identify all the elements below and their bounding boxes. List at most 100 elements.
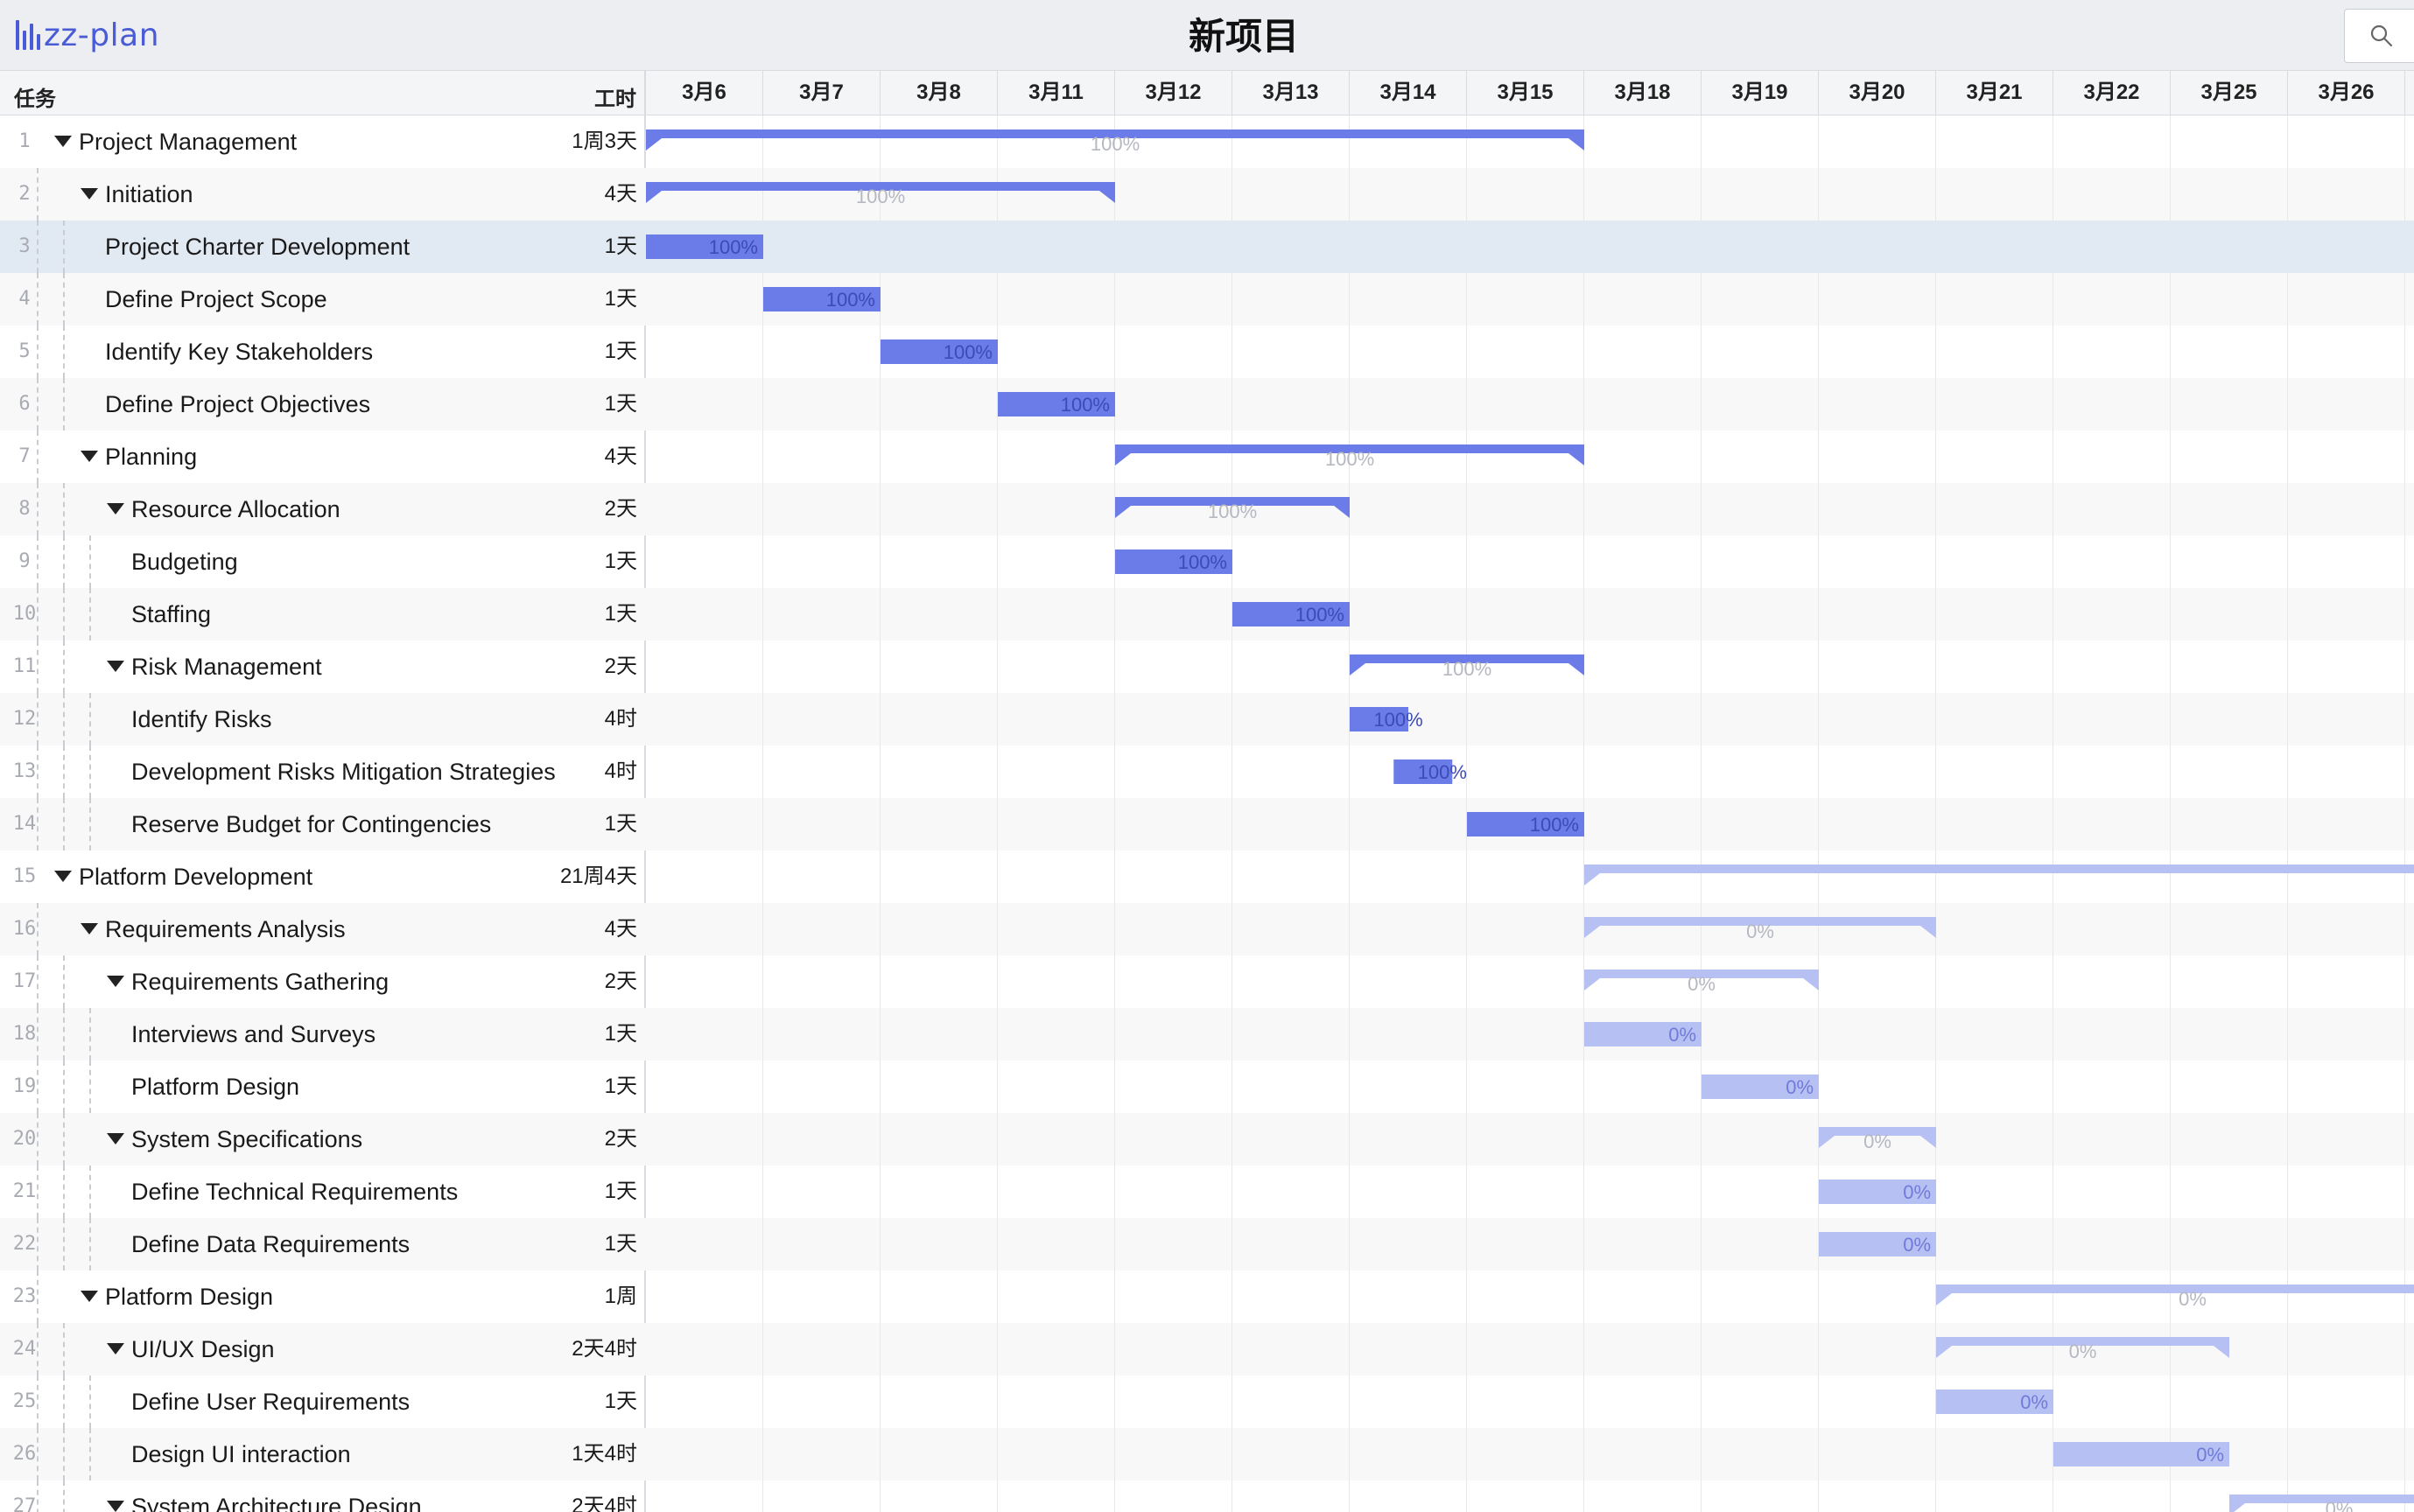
- task-row[interactable]: 5 Identify Key Stakeholders 1天: [0, 326, 2414, 378]
- task-name[interactable]: Platform Development: [79, 850, 312, 903]
- caret-down-icon[interactable]: [107, 976, 124, 987]
- task-name[interactable]: Staffing: [131, 588, 211, 640]
- caret-down-icon[interactable]: [81, 1291, 98, 1302]
- row-number: 12: [12, 708, 37, 730]
- work-column-header[interactable]: 工时: [594, 81, 636, 112]
- task-name[interactable]: Interviews and Surveys: [131, 1008, 375, 1060]
- task-rows: 1 Project Management 1周3天 2 Initiation 4天 3 Pro…: [0, 116, 2414, 1512]
- task-name[interactable]: Budgeting: [131, 536, 238, 588]
- task-row[interactable]: 6 Define Project Objectives 1天: [0, 378, 2414, 430]
- tree-guide-line: [37, 168, 39, 220]
- tree-guide-line: [37, 378, 39, 430]
- task-row[interactable]: 23 Platform Design 1周: [0, 1270, 2414, 1323]
- task-work: 1天: [604, 234, 637, 258]
- task-name[interactable]: Platform Design: [131, 1060, 299, 1113]
- date-column-4: 3月11: [998, 71, 1115, 115]
- caret-down-icon[interactable]: [107, 1343, 124, 1354]
- logo-text: zz-plan: [44, 17, 160, 53]
- task-name[interactable]: Define Project Objectives: [105, 378, 370, 430]
- caret-down-icon[interactable]: [107, 661, 124, 672]
- task-work: 1天: [604, 287, 637, 311]
- project-title[interactable]: 新项目: [1189, 16, 1299, 57]
- task-row[interactable]: 7 Planning 4天: [0, 430, 2414, 483]
- task-name[interactable]: Define Data Requirements: [131, 1218, 410, 1270]
- task-row[interactable]: 13 Development Risks Mitigation Strategie…: [0, 746, 2414, 798]
- task-name[interactable]: Requirements Analysis: [105, 903, 346, 956]
- task-row[interactable]: 8 Resource Allocation 2天: [0, 483, 2414, 536]
- tree-guide-line: [37, 1270, 39, 1323]
- search-button[interactable]: [2344, 9, 2414, 63]
- task-row[interactable]: 21 Define Technical Requirements 1天: [0, 1166, 2414, 1218]
- task-row[interactable]: 4 Define Project Scope 1天: [0, 273, 2414, 326]
- task-row[interactable]: 26 Design UI interaction 1天4时: [0, 1428, 2414, 1480]
- caret-down-icon[interactable]: [81, 188, 98, 200]
- task-name[interactable]: UI/UX Design: [131, 1323, 275, 1376]
- task-name[interactable]: Resource Allocation: [131, 483, 340, 536]
- row-number: 16: [12, 918, 37, 940]
- task-row[interactable]: 17 Requirements Gathering 2天: [0, 956, 2414, 1008]
- task-row[interactable]: 15 Platform Development 21周4天: [0, 850, 2414, 903]
- task-name[interactable]: Project Management: [79, 116, 297, 168]
- tree-guide-line: [89, 536, 91, 588]
- task-row[interactable]: 9 Budgeting 1天: [0, 536, 2414, 588]
- app-logo[interactable]: zz-plan: [16, 16, 159, 54]
- row-number: 14: [12, 813, 37, 835]
- caret-down-icon[interactable]: [81, 451, 98, 462]
- task-name[interactable]: Risk Management: [131, 640, 322, 693]
- caret-down-icon[interactable]: [54, 871, 72, 882]
- tree-guide-line: [37, 1166, 39, 1218]
- task-row[interactable]: 12 Identify Risks 4时: [0, 693, 2414, 746]
- tree-guide-line: [37, 430, 39, 483]
- task-row[interactable]: 11 Risk Management 2天: [0, 640, 2414, 693]
- task-row[interactable]: 16 Requirements Analysis 4天: [0, 903, 2414, 956]
- tree-guide-line: [63, 220, 65, 273]
- caret-down-icon[interactable]: [107, 503, 124, 514]
- caret-down-icon[interactable]: [107, 1501, 124, 1512]
- task-name[interactable]: Reserve Budget for Contingencies: [131, 798, 491, 850]
- task-row[interactable]: 25 Define User Requirements 1天: [0, 1376, 2414, 1428]
- top-bar: zz-plan 新项目: [0, 0, 2414, 71]
- task-name[interactable]: System Specifications: [131, 1113, 362, 1166]
- task-name[interactable]: System Architecture Design: [131, 1480, 422, 1512]
- caret-down-icon[interactable]: [54, 136, 72, 147]
- date-column-3: 3月8: [881, 71, 998, 115]
- task-row[interactable]: 18 Interviews and Surveys 1天: [0, 1008, 2414, 1060]
- caret-down-icon[interactable]: [81, 923, 98, 934]
- task-name[interactable]: Initiation: [105, 168, 193, 220]
- task-name[interactable]: Define User Requirements: [131, 1376, 410, 1428]
- caret-down-icon[interactable]: [107, 1133, 124, 1144]
- task-row[interactable]: 2 Initiation 4天: [0, 168, 2414, 220]
- date-column-9: 3月18: [1584, 71, 1702, 115]
- task-row[interactable]: 22 Define Data Requirements 1天: [0, 1218, 2414, 1270]
- task-name[interactable]: Project Charter Development: [105, 220, 410, 273]
- row-number: 13: [12, 760, 37, 782]
- task-name[interactable]: Requirements Gathering: [131, 956, 389, 1008]
- task-row[interactable]: 27 System Architecture Design 2天4时: [0, 1480, 2414, 1512]
- task-row[interactable]: 24 UI/UX Design 2天4时: [0, 1323, 2414, 1376]
- row-number: 10: [12, 603, 37, 625]
- task-work: 1天: [604, 602, 637, 626]
- task-work: 1周3天: [572, 130, 637, 153]
- task-name[interactable]: Design UI interaction: [131, 1428, 351, 1480]
- task-row[interactable]: 3 Project Charter Development 1天: [0, 220, 2414, 273]
- task-name[interactable]: Identify Risks: [131, 693, 272, 746]
- task-work: 2天: [604, 497, 637, 521]
- row-number: 21: [12, 1180, 37, 1202]
- task-name[interactable]: Define Project Scope: [105, 273, 327, 326]
- row-number: 2: [18, 183, 31, 205]
- task-row[interactable]: 20 System Specifications 2天: [0, 1113, 2414, 1166]
- task-name[interactable]: Planning: [105, 430, 197, 483]
- task-name[interactable]: Development Risks Mitigation Strategies: [131, 746, 556, 798]
- task-name[interactable]: Identify Key Stakeholders: [105, 326, 373, 378]
- task-column-header[interactable]: 任务: [14, 81, 56, 112]
- tree-guide-line: [37, 588, 39, 640]
- task-name[interactable]: Define Technical Requirements: [131, 1166, 458, 1218]
- task-row[interactable]: 10 Staffing 1天: [0, 588, 2414, 640]
- tree-guide-line: [63, 1060, 65, 1113]
- task-row[interactable]: 1 Project Management 1周3天: [0, 116, 2414, 168]
- tree-guide-line: [63, 1376, 65, 1428]
- task-row[interactable]: 19 Platform Design 1天: [0, 1060, 2414, 1113]
- task-row[interactable]: 14 Reserve Budget for Contingencies 1天: [0, 798, 2414, 850]
- date-column-2: 3月7: [763, 71, 881, 115]
- task-name[interactable]: Platform Design: [105, 1270, 273, 1323]
